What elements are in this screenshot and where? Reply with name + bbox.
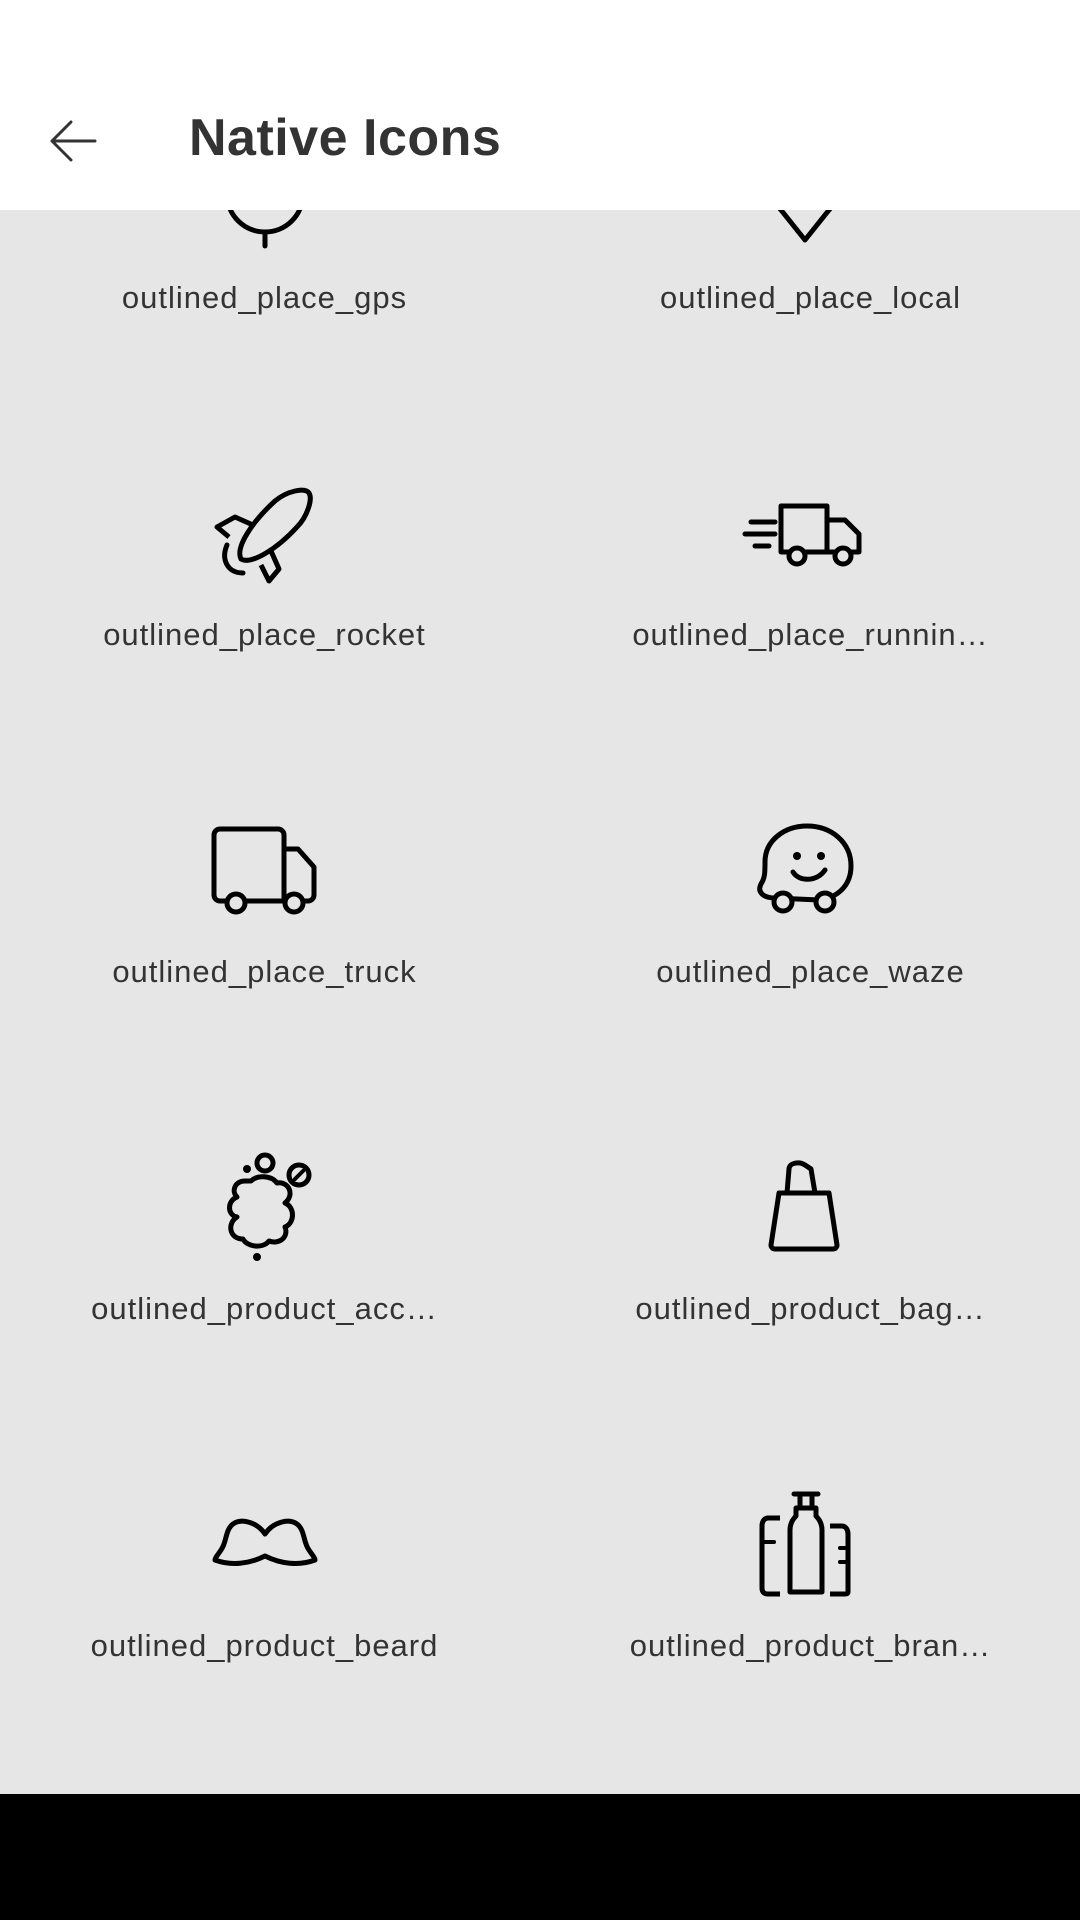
icon-tile-gps[interactable]: outlined_place_gps xyxy=(0,210,529,375)
back-button[interactable] xyxy=(30,106,116,176)
app-bar: Native Icons xyxy=(0,66,1080,210)
icon-label: outlined_product_bran… xyxy=(629,1628,992,1663)
icon-label: outlined_product_beard xyxy=(90,1628,439,1663)
icon-tile-beard[interactable]: outlined_product_beard xyxy=(0,1386,529,1723)
navigation-bar xyxy=(0,1794,1080,1920)
icon-label: outlined_place_local xyxy=(660,280,961,315)
icon-tile-running-truck[interactable]: outlined_place_runnin… xyxy=(529,375,1080,712)
icon-tile-brand[interactable]: outlined_product_bran… xyxy=(529,1386,1080,1723)
bag-icon xyxy=(745,1147,865,1267)
truck-icon xyxy=(205,810,325,930)
icon-tile-truck[interactable]: outlined_place_truck xyxy=(0,712,529,1049)
arrow-left-icon xyxy=(50,120,97,162)
icon-label: outlined_product_bag… xyxy=(635,1291,986,1326)
page-title: Native Icons xyxy=(189,109,502,167)
icon-label: outlined_place_waze xyxy=(656,954,965,989)
location-pin-icon xyxy=(745,210,865,256)
accessories-icon xyxy=(205,1147,325,1267)
waze-icon xyxy=(745,810,865,930)
icon-tile-accessories[interactable]: outlined_product_acc… xyxy=(0,1049,529,1386)
rocket-icon xyxy=(205,473,325,593)
icon-label: outlined_place_gps xyxy=(121,280,408,315)
icon-tile-bag[interactable]: outlined_product_bag… xyxy=(529,1049,1080,1386)
icon-tile-waze[interactable]: outlined_place_waze xyxy=(529,712,1080,1049)
icon-label: outlined_place_truck xyxy=(112,954,417,989)
fast-delivery-truck-icon xyxy=(742,473,865,593)
icon-tile-local[interactable]: outlined_place_local xyxy=(529,210,1080,375)
icon-label: outlined_place_runnin… xyxy=(632,617,989,652)
bottles-icon xyxy=(745,1484,865,1604)
gps-icon xyxy=(205,210,325,256)
icon-label: outlined_product_acc… xyxy=(91,1291,438,1326)
icon-label: outlined_place_rocket xyxy=(103,617,426,652)
icon-grid-scroll-area[interactable]: outlined_place_gps outlined_place_local … xyxy=(0,210,1080,1794)
beard-icon xyxy=(205,1484,325,1604)
icon-tile-rocket[interactable]: outlined_place_rocket xyxy=(0,375,529,712)
icon-grid: outlined_place_gps outlined_place_local … xyxy=(0,210,1080,1723)
status-bar xyxy=(0,0,1080,66)
